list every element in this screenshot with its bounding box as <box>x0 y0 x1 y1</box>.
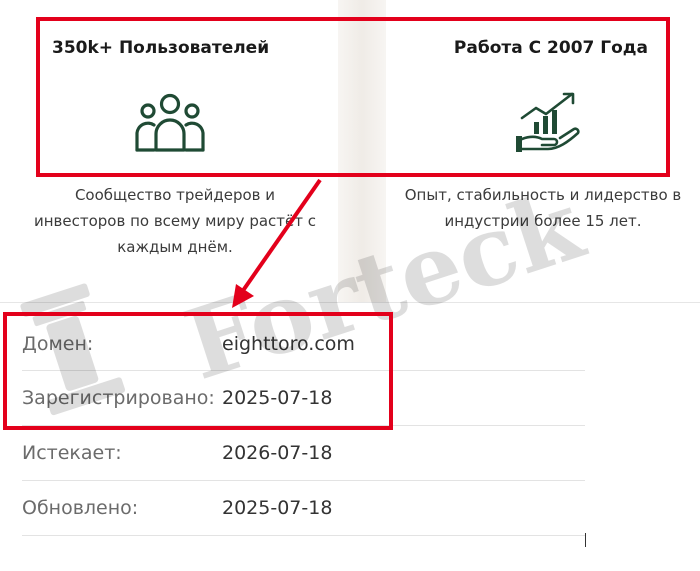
feature-description-since-2007: Опыт, стабильность и лидерство в индустр… <box>404 186 682 230</box>
highlight-box-features <box>36 17 670 177</box>
whois-value-updated: 2025-07-18 <box>222 497 333 519</box>
feature-description-users: Сообщество трейдеров и инвесторов по все… <box>33 186 317 256</box>
whois-value-expires: 2026-07-18 <box>222 442 333 464</box>
text-cursor <box>585 533 586 547</box>
highlight-box-whois <box>3 312 393 430</box>
table-row: Истекает: 2026-07-18 <box>22 426 585 481</box>
section-divider <box>0 302 700 303</box>
whois-label-expires: Истекает: <box>22 442 122 464</box>
whois-label-updated: Обновлено: <box>22 497 139 519</box>
table-row: Обновлено: 2025-07-18 <box>22 481 585 536</box>
